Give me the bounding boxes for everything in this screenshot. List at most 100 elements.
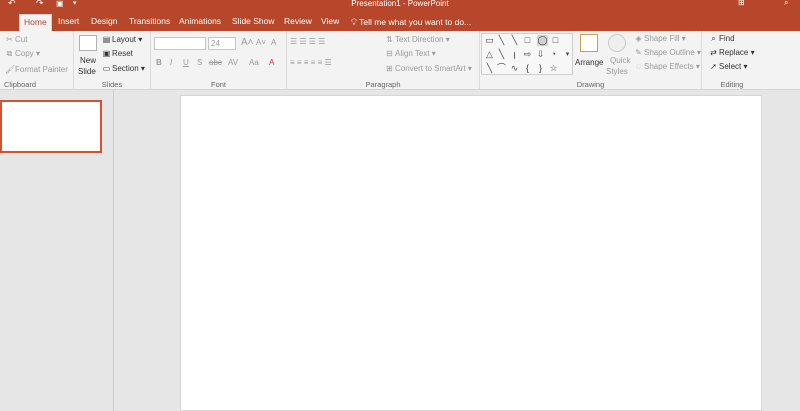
editing-group: ⌕ Find ⇄ Replace ▾ ➚ Select ▾ Editing: [702, 31, 762, 90]
quick-styles-label-2[interactable]: Styles: [606, 66, 628, 78]
paragraph-label: Paragraph: [365, 80, 401, 89]
text-direction-button[interactable]: ⇅ Text Direction ▾: [385, 34, 450, 46]
shadow-button[interactable]: S: [197, 57, 202, 69]
drawing-group: ▭ ╲ ╲ □ ◯ □ △ ╲ ꞁ ⇨ ⇩ ◔ ╲ ⌒ ∿ { } ☆ ▾ Ar…: [480, 31, 702, 90]
underline-button[interactable]: U: [183, 57, 189, 69]
clipboard-group: ✂ Cut ⧉ Copy ▾ 🖌︎Format Painter Clipboard: [0, 31, 74, 90]
copy-button[interactable]: ⧉ Copy ▾: [5, 48, 40, 60]
font-name-input[interactable]: [154, 37, 206, 50]
tab-transitions[interactable]: Transitions: [125, 14, 174, 31]
textbox-shape-icon[interactable]: ▭: [484, 35, 495, 46]
format-painter-button[interactable]: 🖌︎Format Painter: [5, 64, 68, 76]
editing-label: Editing: [720, 80, 744, 89]
tab-home[interactable]: Home: [19, 14, 52, 31]
slide-thumbnail-pane: [0, 90, 114, 411]
right-arrow-shape-icon[interactable]: ⇨: [522, 49, 533, 60]
replace-icon: ⇄: [710, 48, 717, 57]
smartart-icon: ⊞: [386, 64, 393, 73]
oval-shape-icon[interactable]: ◯: [537, 35, 548, 46]
clipboard-label: Clipboard: [4, 80, 37, 89]
ribbon-display-icon[interactable]: ⊞: [738, 0, 745, 7]
tab-view[interactable]: View: [317, 14, 343, 31]
copy-icon: ⧉: [6, 49, 13, 58]
tab-review[interactable]: Review: [280, 14, 316, 31]
ribbon: ✂ Cut ⧉ Copy ▾ 🖌︎Format Painter Clipboard …: [0, 31, 800, 90]
triangle-shape-icon[interactable]: △: [484, 49, 495, 60]
pencil-icon: ✎: [635, 48, 642, 57]
line2-shape-icon[interactable]: ╲: [509, 35, 520, 46]
arrange-icon[interactable]: [580, 34, 598, 52]
rectangle-shape-icon[interactable]: □: [522, 35, 533, 46]
bullets-button[interactable]: ☰ ☰ ☰ ☰: [290, 36, 325, 48]
slide-thumbnail[interactable]: [0, 100, 102, 153]
title-bar: ↶ ↷ ▣ ▾ Presentation1 - PowerPoint ⊞ ⌕: [0, 0, 800, 11]
tab-insert[interactable]: Insert: [54, 14, 83, 31]
section-button[interactable]: ▭ Section ▾: [102, 63, 145, 75]
tab-animations[interactable]: Animations: [175, 14, 225, 31]
bold-button[interactable]: B: [156, 57, 162, 69]
char-spacing-button[interactable]: AV: [228, 57, 238, 69]
rect2-shape-icon[interactable]: □: [550, 35, 561, 46]
shrink-font-button[interactable]: A˅: [256, 37, 266, 49]
shape-outline-button[interactable]: ✎ Shape Outline ▾: [634, 47, 701, 59]
arrange-button[interactable]: Arrange: [575, 57, 603, 69]
change-case-button[interactable]: Aa: [249, 57, 259, 69]
tell-me-box[interactable]: 💡︎ Tell me what you want to do...: [351, 15, 471, 29]
layout-icon: ▤: [102, 35, 111, 44]
section-icon: ▭: [102, 64, 111, 73]
reset-icon: ▣: [102, 49, 111, 58]
align-text-icon: ⊟: [386, 49, 393, 58]
select-button[interactable]: ➚ Select ▾: [709, 61, 747, 73]
italic-button[interactable]: I: [170, 57, 172, 69]
search-icon[interactable]: ⌕: [784, 0, 788, 8]
freeform-shape-icon[interactable]: ╲: [484, 63, 495, 74]
find-icon: ⌕: [711, 34, 716, 43]
brush-icon: 🖌︎: [5, 65, 16, 74]
align-text-button[interactable]: ⊟ Align Text ▾: [385, 48, 436, 60]
font-size-input[interactable]: 24: [208, 37, 236, 50]
ribbon-tabs: Home Insert Design Transitions Animation…: [0, 11, 800, 31]
cut-button[interactable]: ✂ Cut: [5, 34, 27, 46]
lightbulb-icon: 💡︎: [351, 17, 357, 27]
curve-shape-icon[interactable]: ⌒: [496, 63, 507, 74]
wave-shape-icon[interactable]: ∿: [509, 63, 520, 74]
shapes-more-icon[interactable]: ▾: [562, 49, 573, 60]
brace-right-shape-icon[interactable]: }: [535, 63, 546, 74]
down-arrow-shape-icon[interactable]: ⇩: [535, 49, 546, 60]
reset-button[interactable]: ▣ Reset: [102, 48, 133, 60]
tab-slide-show[interactable]: Slide Show: [228, 14, 279, 31]
brace-left-shape-icon[interactable]: {: [522, 63, 533, 74]
replace-button[interactable]: ⇄ Replace ▾: [709, 47, 754, 59]
grow-font-button[interactable]: A˄: [241, 37, 254, 49]
slides-label: Slides: [101, 80, 123, 89]
new-slide-icon[interactable]: [79, 35, 97, 51]
strikethrough-button[interactable]: abc: [209, 57, 222, 69]
elbow-shape-icon[interactable]: ╲: [496, 49, 507, 60]
scissors-icon: ✂: [6, 35, 13, 44]
slide-canvas[interactable]: [180, 95, 762, 411]
shape-fill-button[interactable]: ◈ Shape Fill ▾: [634, 33, 685, 45]
connector-shape-icon[interactable]: ꞁ: [509, 49, 520, 60]
shapes-gallery[interactable]: ▭ ╲ ╲ □ ◯ □ △ ╲ ꞁ ⇨ ⇩ ◔ ╲ ⌒ ∿ { } ☆ ▾: [481, 33, 573, 75]
tab-design[interactable]: Design: [87, 14, 121, 31]
paragraph-group: ☰ ☰ ☰ ☰ ≡ ≡ ≡ ≡ ≡ ☰ ⇅ Text Direction ▾ ⊟ A…: [287, 31, 480, 90]
layout-button[interactable]: ▤ Layout ▾: [102, 34, 143, 46]
clear-format-button[interactable]: A: [271, 37, 276, 49]
effects-icon: ◌: [636, 62, 641, 71]
font-label: Font: [210, 80, 226, 89]
slides-group: New Slide ▤ Layout ▾ ▣ Reset ▭ Section ▾ Sl…: [74, 31, 151, 90]
convert-smartart-button[interactable]: ⊞ Convert to SmartArt ▾: [385, 63, 472, 75]
arc-shape-icon[interactable]: ◔: [548, 49, 559, 60]
paint-bucket-icon: ◈: [635, 34, 642, 43]
text-direction-icon: ⇅: [386, 35, 393, 44]
drawing-label: Drawing: [576, 80, 605, 89]
find-button[interactable]: ⌕ Find: [709, 33, 734, 45]
star-shape-icon[interactable]: ☆: [548, 63, 559, 74]
font-color-button[interactable]: A: [269, 57, 274, 69]
quick-styles-icon[interactable]: [608, 34, 626, 52]
line-shape-icon[interactable]: ╲: [496, 35, 507, 46]
new-slide-label-2[interactable]: Slide: [78, 66, 96, 78]
align-buttons[interactable]: ≡ ≡ ≡ ≡ ≡ ☰: [290, 57, 332, 69]
shape-effects-button[interactable]: ◌ Shape Effects ▾: [634, 61, 700, 73]
font-group: 24 A˄ A˅ A B I U S abc AV Aa A Font: [151, 31, 287, 90]
